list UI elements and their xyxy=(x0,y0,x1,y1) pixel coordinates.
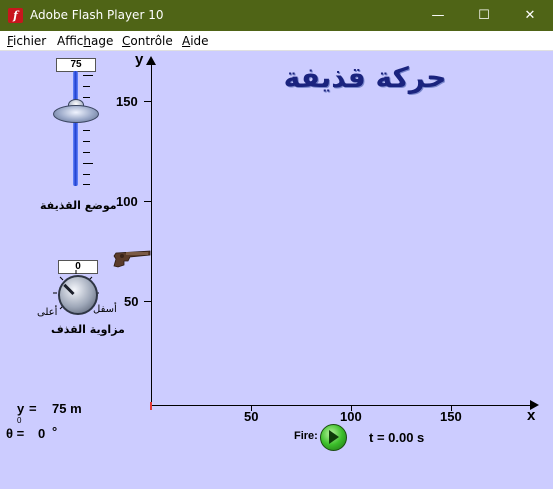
x-tick-label: 100 xyxy=(340,409,362,424)
title-bar: f Adobe Flash Player 10 — ☐ ✕ xyxy=(0,0,553,31)
theta-value: 0 xyxy=(38,426,46,441)
angle-knob-label: مزاوية القذف xyxy=(51,323,125,336)
y-tick xyxy=(144,101,151,102)
height-slider-scale xyxy=(83,75,95,185)
height-slider-thumb[interactable] xyxy=(53,105,99,123)
y-axis-label: y xyxy=(135,51,144,68)
y0-value: 75 m xyxy=(52,401,82,416)
angle-high-label: أعلى xyxy=(37,307,58,318)
height-slider-label: موضع القذيفة xyxy=(40,199,117,212)
height-slider-track[interactable] xyxy=(73,71,78,186)
x-tick-label: 150 xyxy=(440,409,462,424)
y-tick xyxy=(144,201,151,202)
y-axis-line xyxy=(151,63,152,406)
window-title: Adobe Flash Player 10 xyxy=(30,8,164,22)
fire-label: Fire: xyxy=(294,430,318,442)
menu-fichier[interactable]: Fichier xyxy=(7,34,46,48)
y-axis-arrow xyxy=(146,56,156,65)
close-button[interactable]: ✕ xyxy=(507,0,553,31)
menu-controle[interactable]: Contrôle xyxy=(122,34,173,48)
menu-affichage[interactable]: Affichage xyxy=(57,34,113,48)
angle-knob[interactable] xyxy=(58,275,98,315)
y0-equals: = xyxy=(29,401,37,416)
y0-subscript: 0 xyxy=(17,416,22,425)
y-tick xyxy=(144,301,151,302)
origin-marker xyxy=(150,402,152,410)
time-readout: t = 0.00 s xyxy=(369,430,425,445)
y-tick-label: 100 xyxy=(116,194,138,209)
minimize-button[interactable]: — xyxy=(415,0,461,31)
play-icon xyxy=(329,430,339,444)
maximize-button[interactable]: ☐ xyxy=(461,0,507,31)
theta-unit: ° xyxy=(52,424,58,439)
flash-stage: حركة قذيفة y x 150 100 50 50 100 150 75 … xyxy=(0,51,553,489)
menu-aide[interactable]: Aide xyxy=(182,34,209,48)
pistol-icon xyxy=(113,250,151,268)
menu-bar: Fichier Affichage Contrôle Aide xyxy=(0,31,553,51)
theta-label: θ = xyxy=(6,426,25,441)
y-tick-label: 150 xyxy=(116,94,138,109)
flash-player-icon: f xyxy=(8,8,23,23)
height-value-box[interactable]: 75 xyxy=(56,58,96,72)
x-axis-label: x xyxy=(527,407,536,424)
x-tick-label: 50 xyxy=(244,409,259,424)
y0-label: y xyxy=(17,401,25,416)
y-tick-label: 50 xyxy=(124,294,139,309)
page-title: حركة قذيفة xyxy=(283,61,447,94)
x-axis-line xyxy=(151,405,531,406)
angle-low-label: أسفل xyxy=(93,304,117,315)
